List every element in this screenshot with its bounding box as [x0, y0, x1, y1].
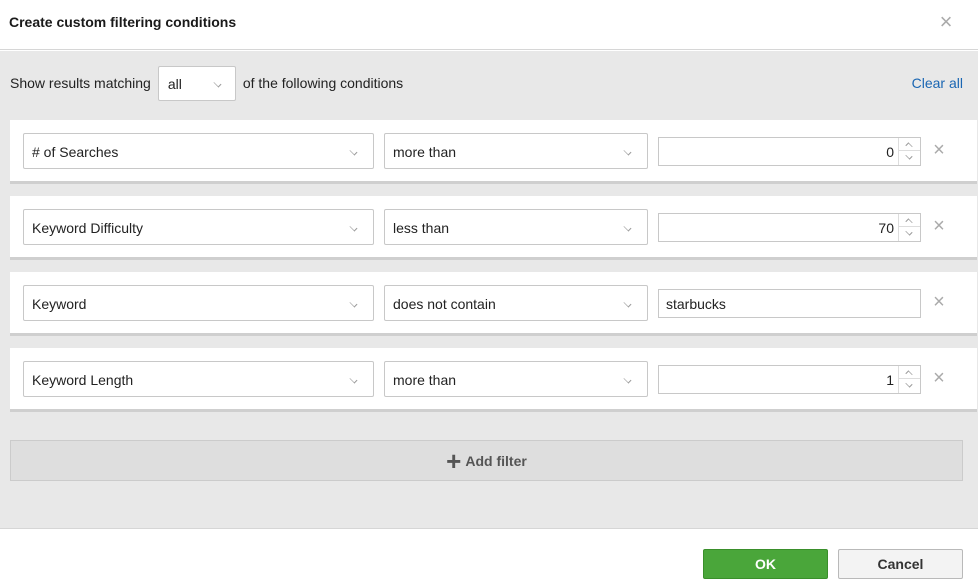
filter-value: 1 — [886, 372, 894, 388]
cancel-button[interactable]: Cancel — [838, 549, 963, 579]
remove-filter-icon[interactable]: × — [930, 139, 948, 161]
filter-field-value: Keyword Difficulty — [32, 220, 144, 236]
remove-filter-icon[interactable]: × — [930, 215, 948, 237]
filter-field-select[interactable]: Keyword — [23, 285, 374, 321]
chevron-down-icon — [623, 148, 633, 158]
chevron-down-icon — [349, 148, 359, 158]
stepper-down-icon[interactable] — [899, 379, 920, 392]
filter-value-stepper[interactable]: 0 — [658, 137, 921, 166]
filter-field-value: Keyword Length — [32, 372, 134, 388]
filter-value-stepper[interactable]: 70 — [658, 213, 921, 242]
remove-filter-icon[interactable]: × — [930, 367, 948, 389]
filter-operator-value: more than — [393, 372, 457, 388]
filter-operator-select[interactable]: does not contain — [384, 285, 648, 321]
chevron-down-icon — [349, 300, 359, 310]
match-prefix: Show results matching — [10, 75, 151, 91]
filter-value-stepper[interactable]: 1 — [658, 365, 921, 394]
stepper-down-icon[interactable] — [899, 227, 920, 240]
filter-value-input[interactable] — [659, 290, 920, 317]
chevron-down-icon — [623, 224, 633, 234]
filter-operator-value: less than — [393, 220, 450, 236]
dialog-footer: OK Cancel — [0, 528, 978, 585]
add-filter-label: Add filter — [465, 452, 527, 469]
chevron-down-icon — [213, 80, 223, 90]
ok-button[interactable]: OK — [703, 549, 828, 579]
filter-field-select[interactable]: Keyword Length — [23, 361, 374, 397]
filter-value: 0 — [886, 144, 894, 160]
filter-value-input-wrap — [658, 289, 921, 318]
filter-row: Keyword Length more than 1 × — [10, 348, 977, 412]
filter-field-value: # of Searches — [32, 144, 119, 160]
filter-operator-select[interactable]: more than — [384, 133, 648, 169]
filter-value: 70 — [878, 220, 894, 236]
add-filter-button[interactable]: + Add filter — [10, 440, 963, 481]
stepper-spin — [898, 366, 920, 393]
stepper-up-icon[interactable] — [899, 138, 920, 151]
filter-operator-value: more than — [393, 144, 457, 160]
filter-field-select[interactable]: Keyword Difficulty — [23, 209, 374, 245]
filter-row: Keyword does not contain × — [10, 272, 977, 336]
match-line: Show results matching all of the followi… — [10, 65, 403, 101]
plus-icon: + — [446, 445, 462, 476]
match-mode-value: all — [167, 75, 182, 92]
chevron-down-icon — [623, 376, 633, 386]
match-mode-select[interactable]: all — [157, 65, 236, 101]
chevron-down-icon — [349, 376, 359, 386]
chevron-down-icon — [623, 300, 633, 310]
filter-operator-value: does not contain — [393, 296, 496, 312]
stepper-down-icon[interactable] — [899, 151, 920, 164]
dialog-header: Create custom filtering conditions × — [0, 0, 978, 50]
stepper-spin — [898, 138, 920, 165]
remove-filter-icon[interactable]: × — [930, 291, 948, 313]
filter-row: # of Searches more than 0 × — [10, 120, 977, 184]
stepper-up-icon[interactable] — [899, 366, 920, 379]
filter-field-select[interactable]: # of Searches — [23, 133, 374, 169]
dialog-content: Show results matching all of the followi… — [0, 51, 978, 528]
stepper-spin — [898, 214, 920, 241]
filter-row: Keyword Difficulty less than 70 × — [10, 196, 977, 260]
filter-operator-select[interactable]: more than — [384, 361, 648, 397]
dialog-title: Create custom filtering conditions — [9, 14, 237, 30]
stepper-up-icon[interactable] — [899, 214, 920, 227]
filter-operator-select[interactable]: less than — [384, 209, 648, 245]
chevron-down-icon — [349, 224, 359, 234]
match-suffix: of the following conditions — [242, 75, 404, 91]
close-icon[interactable]: × — [935, 11, 957, 34]
filter-field-value: Keyword — [32, 296, 87, 312]
clear-all-link[interactable]: Clear all — [912, 75, 963, 91]
